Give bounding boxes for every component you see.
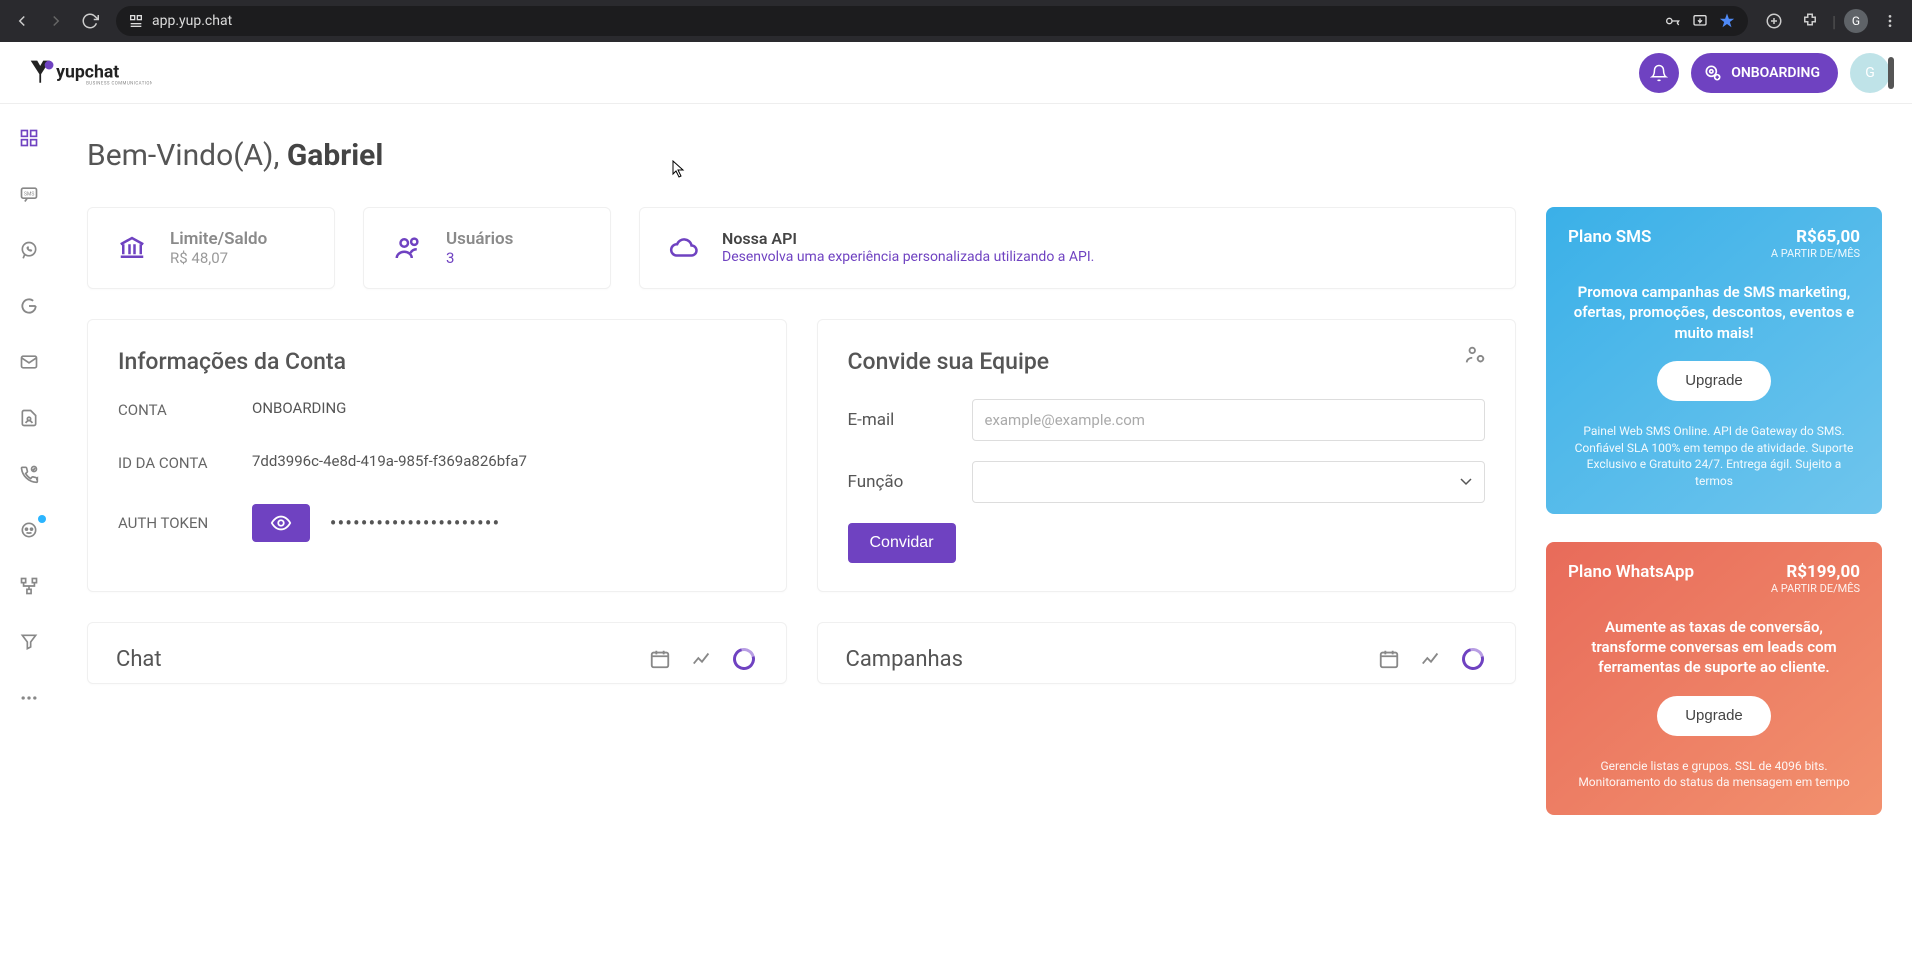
nav-whatsapp-icon[interactable] [17,238,41,262]
install-icon[interactable] [1692,13,1708,29]
svg-text:yupchat: yupchat [56,62,119,82]
welcome-name: Gabriel [287,138,383,173]
plan-sms-price: R$65,00 [1771,227,1860,247]
plan-whatsapp-card: Plano WhatsApp R$199,00 A PARTIR DE/MÊS … [1546,542,1882,815]
invite-button[interactable]: Convidar [848,523,956,563]
welcome-prefix: Bem-Vindo(A), [87,138,287,173]
plan-sms-note: Painel Web SMS Online. API de Gateway do… [1568,423,1860,490]
browser-profile-avatar[interactable]: G [1844,9,1868,33]
calendar-icon[interactable] [1375,645,1403,673]
plan-whatsapp-price: R$199,00 [1771,562,1860,582]
forward-button[interactable] [42,7,70,35]
nav-more-icon[interactable] [17,686,41,710]
role-label: Função [848,472,972,492]
api-label: Nossa API [722,229,1094,248]
balance-value: R$ 48,07 [170,249,267,267]
account-value: ONBOARDING [252,399,346,422]
svg-text:BUSINESS COMMUNICATIONS: BUSINESS COMMUNICATIONS [86,80,152,86]
users-card[interactable]: Usuários 3 [363,207,611,289]
extensions-icon[interactable] [1796,7,1824,35]
email-input[interactable] [972,399,1486,441]
chart-line-icon[interactable] [1417,645,1445,673]
plan-whatsapp-desc: Aumente as taxas de conversão, transform… [1568,617,1860,678]
account-info-title: Informações da Conta [118,348,756,375]
app-logo[interactable]: yupchat BUSINESS COMMUNICATIONS [22,58,152,88]
nav-document-icon[interactable] [17,406,41,430]
plan-sms-desc: Promova campanhas de SMS marketing, ofer… [1568,282,1860,343]
bookmark-star-icon[interactable] [1718,12,1736,30]
nav-call-icon[interactable] [17,462,41,486]
campaigns-title: Campanhas [846,647,1376,672]
main-content: Bem-Vindo(A), Gabriel Limite/Saldo R$ 48… [57,104,1912,960]
plan-sms-card: Plano SMS R$65,00 A PARTIR DE/MÊS Promov… [1546,207,1882,514]
chat-section: Chat [87,622,787,684]
user-avatar[interactable]: G [1850,53,1890,93]
email-label: E-mail [848,410,972,430]
api-card[interactable]: Nossa API Desenvolva uma experiência per… [639,207,1516,289]
plan-sms-per: A PARTIR DE/MÊS [1771,247,1860,260]
reveal-token-button[interactable] [252,504,310,542]
back-button[interactable] [8,7,36,35]
users-label: Usuários [446,229,513,249]
plans-column: Plano SMS R$65,00 A PARTIR DE/MÊS Promov… [1546,207,1882,815]
plan-whatsapp-name: Plano WhatsApp [1568,562,1694,582]
notifications-button[interactable] [1639,53,1679,93]
users-value: 3 [446,249,513,267]
nav-filter-icon[interactable] [17,630,41,654]
stats-row: Limite/Saldo R$ 48,07 Usuários 3 [87,207,1516,289]
balance-card[interactable]: Limite/Saldo R$ 48,07 [87,207,335,289]
campaigns-section: Campanhas [817,622,1517,684]
nav-google-icon[interactable] [17,294,41,318]
new-tab-button[interactable] [1760,7,1788,35]
side-nav: SMS [0,104,57,960]
account-id-value: 7dd3996c-4e8d-419a-985f-f369a826bfa7 [252,452,527,475]
account-id-label: ID DA CONTA [118,452,252,475]
auth-token-value: •••••••••••••••••••••• [330,511,500,535]
cloud-icon [664,228,704,268]
app-header: yupchat BUSINESS COMMUNICATIONS ONBOARDI… [0,42,1912,104]
balance-label: Limite/Saldo [170,229,267,249]
onboarding-label: ONBOARDING [1731,65,1820,81]
account-info-panel: Informações da Conta CONTA ONBOARDING ID… [87,319,787,592]
onboarding-gear-icon [1703,63,1723,83]
api-desc: Desenvolva uma experiência personalizada… [722,248,1094,266]
plan-sms-name: Plano SMS [1568,227,1651,247]
bank-icon [112,228,152,268]
nav-dashboard-icon[interactable] [17,126,41,150]
nav-flow-icon[interactable] [17,574,41,598]
users-icon [388,228,428,268]
role-select[interactable] [972,461,1486,503]
onboarding-button[interactable]: ONBOARDING [1691,53,1838,93]
browser-bar: app.yup.chat | G [0,0,1912,42]
account-label: CONTA [118,399,252,422]
loading-ring-icon[interactable] [730,645,758,673]
plan-sms-upgrade-button[interactable]: Upgrade [1657,361,1771,401]
browser-menu-icon[interactable] [1876,7,1904,35]
plan-whatsapp-upgrade-button[interactable]: Upgrade [1657,696,1771,736]
nav-bot-icon[interactable] [17,518,41,542]
auth-token-label: AUTH TOKEN [118,512,252,535]
page-title: Bem-Vindo(A), Gabriel [87,138,1882,173]
url-text: app.yup.chat [152,13,232,29]
calendar-icon[interactable] [646,645,674,673]
svg-text:SMS: SMS [24,192,34,198]
plan-whatsapp-note: Gerencie listas e grupos. SSL de 4096 bi… [1568,758,1860,792]
invite-team-panel: Convide sua Equipe E-mail Função Convida… [817,319,1517,592]
reload-button[interactable] [76,7,104,35]
site-settings-icon[interactable] [128,13,144,29]
loading-ring-icon[interactable] [1459,645,1487,673]
plan-whatsapp-per: A PARTIR DE/MÊS [1771,582,1860,595]
key-icon[interactable] [1662,13,1682,29]
chart-line-icon[interactable] [688,645,716,673]
nav-sms-icon[interactable]: SMS [17,182,41,206]
nav-email-icon[interactable] [17,350,41,374]
team-settings-icon[interactable] [1463,344,1487,366]
invite-title: Convide sua Equipe [848,348,1486,375]
chat-title: Chat [116,647,646,672]
url-bar[interactable]: app.yup.chat [116,6,1748,36]
